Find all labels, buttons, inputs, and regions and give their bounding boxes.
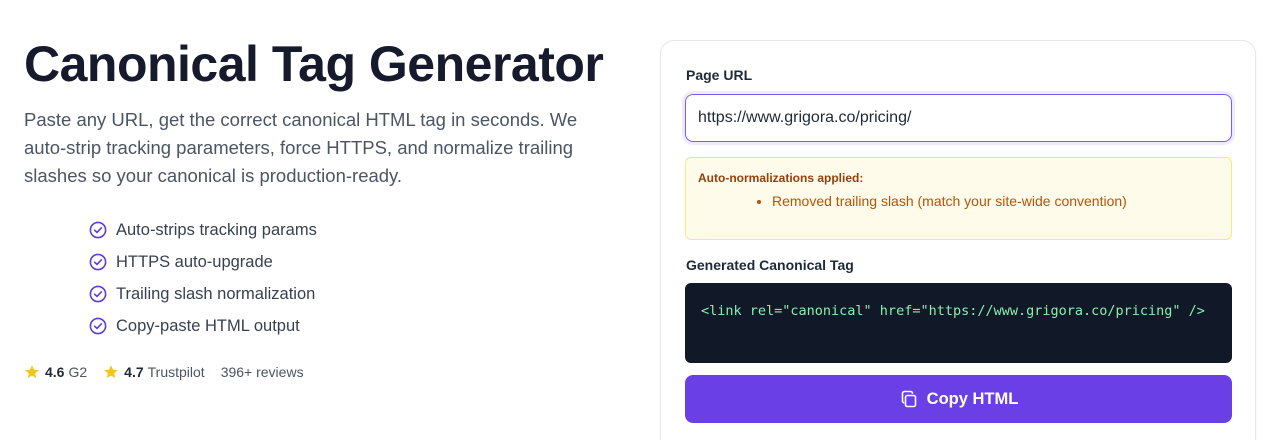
notice-item: Removed trailing slash (match your site-…	[772, 191, 1219, 211]
star-icon	[103, 364, 119, 380]
rating-score: 4.7	[124, 364, 144, 380]
star-icon	[24, 364, 40, 380]
url-label: Page URL	[686, 67, 753, 83]
check-circle-icon	[89, 221, 107, 239]
rating-g2: 4.6 G2	[24, 364, 87, 380]
hero-section: Canonical Tag Generator Paste any URL, g…	[24, 34, 624, 380]
canonical-code-output: <link rel="canonical" href="https://www.…	[685, 283, 1232, 363]
review-count: 396+ reviews	[220, 364, 304, 380]
feature-label: Auto-strips tracking params	[116, 220, 317, 239]
ratings-row: 4.6 G2 4.7 Trustpilot 396+ reviews	[24, 364, 624, 380]
output-label: Generated Canonical Tag	[686, 257, 854, 273]
feature-label: HTTPS auto-upgrade	[116, 252, 273, 271]
copy-button-label: Copy HTML	[926, 389, 1019, 408]
check-circle-icon	[89, 285, 107, 303]
normalization-notice: Auto-normalizations applied: Removed tra…	[685, 157, 1232, 240]
feature-label: Copy-paste HTML output	[116, 316, 300, 335]
page: Canonical Tag Generator Paste any URL, g…	[0, 0, 1280, 440]
notice-list: Removed trailing slash (match your site-…	[772, 191, 1219, 211]
page-title: Canonical Tag Generator	[24, 36, 604, 92]
generator-card: Page URL Auto-normalizations applied: Re…	[660, 40, 1256, 440]
feature-label: Trailing slash normalization	[116, 284, 316, 303]
check-circle-icon	[89, 253, 107, 271]
copy-icon	[899, 389, 919, 409]
rating-trustpilot: 4.7 Trustpilot	[103, 364, 205, 380]
feature-item: HTTPS auto-upgrade	[89, 246, 624, 278]
feature-item: Copy-paste HTML output	[89, 310, 624, 342]
rating-score: 4.6	[45, 364, 65, 380]
notice-title: Auto-normalizations applied:	[698, 171, 864, 185]
url-input[interactable]	[685, 94, 1232, 142]
rating-source: G2	[68, 364, 88, 380]
copy-html-button[interactable]: Copy HTML	[685, 375, 1232, 423]
feature-list: Auto-strips tracking params HTTPS auto-u…	[89, 214, 624, 342]
page-subtitle: Paste any URL, get the correct canonical…	[24, 109, 578, 186]
rating-source: Trustpilot	[147, 364, 205, 380]
feature-item: Trailing slash normalization	[89, 278, 624, 310]
feature-item: Auto-strips tracking params	[89, 214, 624, 246]
check-circle-icon	[89, 317, 107, 335]
